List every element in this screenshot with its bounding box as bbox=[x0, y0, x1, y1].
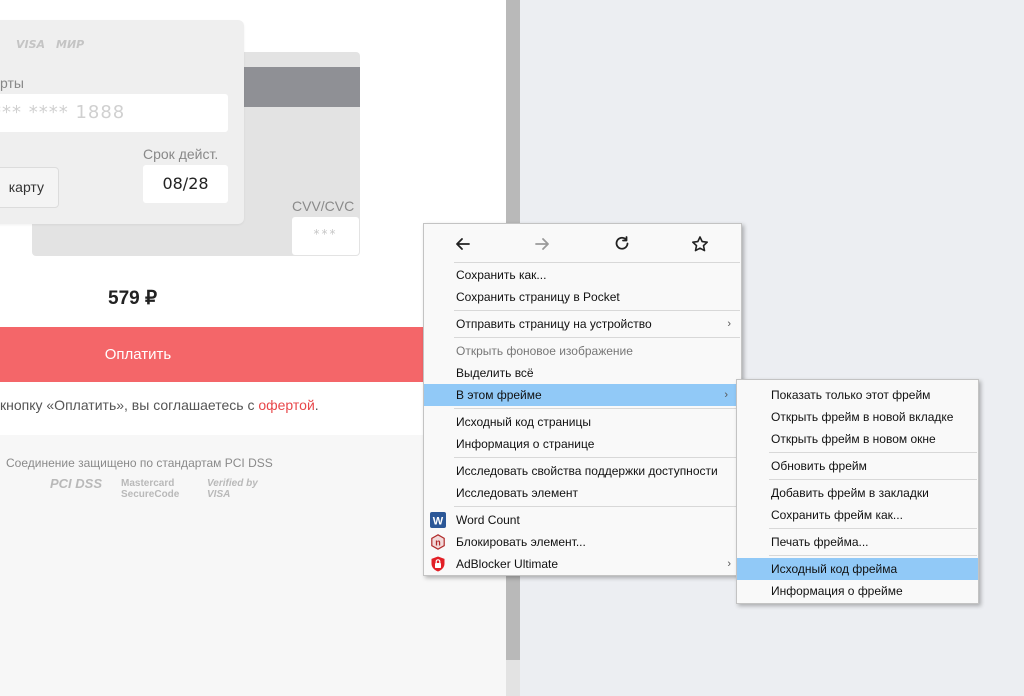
verified-by-visa-line1: Verified by bbox=[207, 478, 258, 489]
menu-separator bbox=[454, 337, 740, 338]
forward-arrow-icon bbox=[535, 238, 549, 250]
svg-text:n: n bbox=[435, 538, 441, 548]
card-front: VISA МИР рты *** **** 1888 Срок дейст. 0… bbox=[0, 20, 244, 224]
expiry-label: Срок дейст. bbox=[143, 146, 219, 162]
star-icon bbox=[692, 236, 708, 252]
menu-item-label: Блокировать элемент... bbox=[456, 535, 586, 549]
mastercard-securecode-logo: Mastercard SecureCode bbox=[121, 478, 179, 500]
menu-item-adblocker-ultimate[interactable]: AdBlocker Ultimate › bbox=[424, 553, 741, 575]
menu-item-label: Информация о странице bbox=[456, 437, 595, 451]
menu-separator bbox=[454, 262, 740, 263]
menu-item-page-info[interactable]: Информация о странице bbox=[424, 433, 741, 455]
menu-item-label: Отправить страницу на устройство bbox=[456, 317, 652, 331]
agreement-text: кнопку «Оплатить», вы соглашаетесь с офе… bbox=[0, 397, 319, 413]
menu-item-label: AdBlocker Ultimate bbox=[456, 557, 559, 571]
submenu-item-save-frame-as[interactable]: Сохранить фрейм как... bbox=[737, 504, 978, 526]
visa-logo: VISA bbox=[16, 38, 46, 51]
menu-separator bbox=[454, 457, 740, 458]
menu-item-label: Сохранить страницу в Pocket bbox=[456, 290, 620, 304]
mir-logo: МИР bbox=[56, 38, 85, 51]
page-scrollbar-track[interactable] bbox=[506, 660, 520, 696]
menu-item-label: Информация о фрейме bbox=[771, 584, 903, 598]
menu-item-inspect-element[interactable]: Исследовать элемент bbox=[424, 482, 741, 504]
svg-text:W: W bbox=[433, 516, 444, 528]
menu-item-open-background-image: Открыть фоновое изображение bbox=[424, 340, 741, 362]
menu-item-select-all[interactable]: Выделить всё bbox=[424, 362, 741, 384]
card-number-input[interactable]: *** **** 1888 bbox=[0, 94, 228, 132]
menu-item-label: Выделить всё bbox=[456, 366, 534, 380]
chevron-right-icon: › bbox=[724, 389, 728, 401]
menu-separator bbox=[769, 555, 977, 556]
expiry-input[interactable]: 08/28 bbox=[143, 165, 228, 203]
cvv-input[interactable]: *** bbox=[292, 217, 359, 255]
menu-item-save-to-pocket[interactable]: Сохранить страницу в Pocket bbox=[424, 286, 741, 308]
menu-item-this-frame[interactable]: В этом фрейме › bbox=[424, 384, 738, 406]
menu-item-label: Сохранить как... bbox=[456, 268, 547, 282]
menu-item-label: Печать фрейма... bbox=[771, 535, 869, 549]
menu-item-block-element[interactable]: n Блокировать элемент... bbox=[424, 531, 741, 553]
reload-button[interactable] bbox=[609, 231, 635, 257]
submenu-item-open-frame-new-window[interactable]: Открыть фрейм в новом окне bbox=[737, 428, 978, 450]
menu-item-label: Исследовать свойства поддержки доступнос… bbox=[456, 464, 718, 478]
menu-item-label: Показать только этот фрейм bbox=[771, 388, 931, 402]
agreement-text-body: кнопку «Оплатить», вы соглашаетесь с bbox=[0, 397, 259, 413]
pci-dss-logo: PCI DSS bbox=[50, 476, 103, 491]
chevron-right-icon: › bbox=[727, 558, 731, 570]
menu-item-label: Word Count bbox=[456, 513, 520, 527]
verified-by-visa-logo: Verified by VISA bbox=[207, 478, 258, 500]
back-button[interactable] bbox=[450, 231, 476, 257]
menu-item-inspect-accessibility[interactable]: Исследовать свойства поддержки доступнос… bbox=[424, 460, 741, 482]
menu-item-label: В этом фрейме bbox=[456, 388, 542, 402]
forward-button[interactable] bbox=[529, 231, 555, 257]
verified-by-visa-line2: VISA bbox=[207, 489, 231, 500]
submenu-item-frame-info[interactable]: Информация о фрейме bbox=[737, 580, 978, 602]
submenu-item-bookmark-frame[interactable]: Добавить фрейм в закладки bbox=[737, 482, 978, 504]
menu-separator bbox=[454, 408, 740, 409]
pci-text: Соединение защищено по стандартам PCI DS… bbox=[6, 456, 273, 470]
mastercard-logo-line2: SecureCode bbox=[121, 489, 180, 500]
card-number-label: рты bbox=[0, 75, 24, 91]
submenu-item-open-frame-new-tab[interactable]: Открыть фрейм в новой вкладке bbox=[737, 406, 978, 428]
frame-submenu: Показать только этот фрейм Открыть фрейм… bbox=[736, 379, 979, 604]
agreement-text-end: . bbox=[314, 397, 319, 413]
mastercard-logo-line1: Mastercard bbox=[121, 478, 175, 489]
menu-item-save-as[interactable]: Сохранить как... bbox=[424, 264, 741, 286]
offer-link[interactable]: офертой bbox=[258, 397, 314, 413]
menu-separator bbox=[769, 452, 977, 453]
menu-item-label: Исходный код страницы bbox=[456, 415, 591, 429]
submenu-item-reload-frame[interactable]: Обновить фрейм bbox=[737, 455, 978, 477]
adblocker-shield-icon bbox=[431, 556, 445, 572]
submenu-item-show-only-this-frame[interactable]: Показать только этот фрейм bbox=[737, 384, 978, 406]
menu-separator bbox=[454, 506, 740, 507]
nano-adblock-icon: n bbox=[431, 534, 445, 550]
context-menu: Сохранить как... Сохранить страницу в Po… bbox=[423, 223, 742, 576]
price: 579 ₽ bbox=[108, 288, 158, 309]
menu-item-label: Открыть фрейм в новом окне bbox=[771, 432, 936, 446]
menu-separator bbox=[454, 310, 740, 311]
reload-icon bbox=[615, 236, 629, 250]
card-button[interactable]: карту bbox=[0, 167, 59, 208]
submenu-item-view-frame-source[interactable]: Исходный код фрейма bbox=[737, 558, 978, 580]
menu-item-label: Добавить фрейм в закладки bbox=[771, 486, 929, 500]
submenu-item-print-frame[interactable]: Печать фрейма... bbox=[737, 531, 978, 553]
context-menu-nav bbox=[424, 224, 741, 262]
menu-separator bbox=[769, 479, 977, 480]
menu-item-word-count[interactable]: W Word Count bbox=[424, 509, 741, 531]
menu-item-label: Открыть фрейм в новой вкладке bbox=[771, 410, 954, 424]
menu-item-label: Исходный код фрейма bbox=[771, 562, 898, 576]
cvv-label: CVV/CVC bbox=[292, 198, 355, 214]
menu-item-label: Открыть фоновое изображение bbox=[456, 344, 633, 358]
menu-item-label: Сохранить фрейм как... bbox=[771, 508, 903, 522]
menu-separator bbox=[769, 528, 977, 529]
menu-item-label: Исследовать элемент bbox=[456, 486, 579, 500]
bookmark-button[interactable] bbox=[687, 231, 713, 257]
menu-item-view-page-source[interactable]: Исходный код страницы bbox=[424, 411, 741, 433]
menu-item-send-page-to-device[interactable]: Отправить страницу на устройство › bbox=[424, 313, 741, 335]
menu-item-label: Обновить фрейм bbox=[771, 459, 867, 473]
chevron-right-icon: › bbox=[727, 318, 731, 330]
word-icon: W bbox=[430, 512, 446, 528]
back-arrow-icon bbox=[456, 238, 470, 250]
